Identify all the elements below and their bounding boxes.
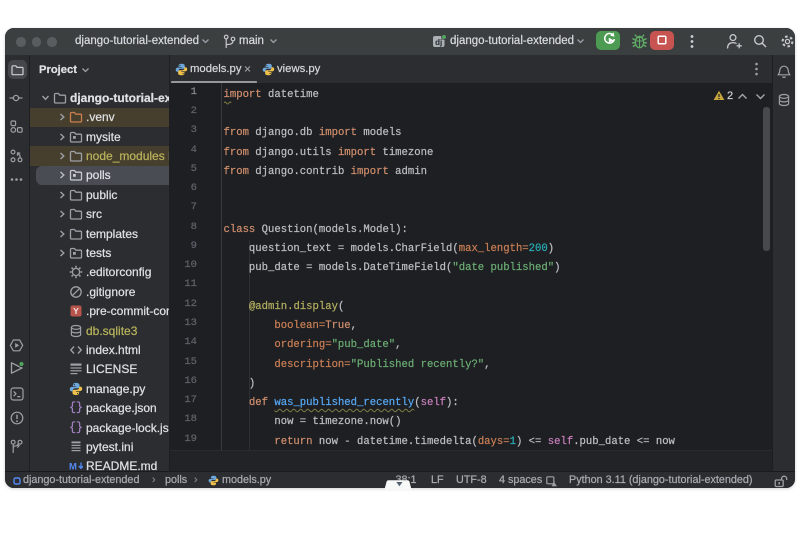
svg-text:dj: dj — [435, 38, 442, 47]
svg-text:Y: Y — [73, 306, 79, 316]
svg-text:M: M — [69, 462, 77, 471]
